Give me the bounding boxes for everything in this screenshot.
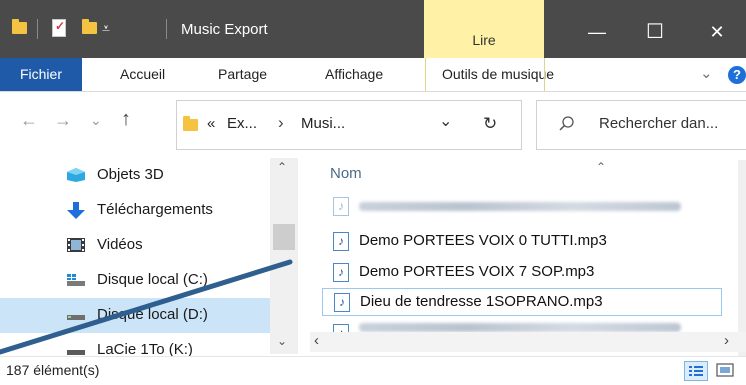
mp3-file-icon: ♪ bbox=[333, 263, 349, 282]
3d-objects-icon bbox=[66, 167, 86, 183]
navigation-pane: Objets 3D Téléchargements Vidéos Disque … bbox=[0, 158, 300, 358]
nav-item-label: Disque local (D:) bbox=[97, 306, 208, 323]
folder-icon[interactable] bbox=[12, 19, 27, 34]
window-title: Music Export bbox=[181, 21, 268, 38]
address-dropdown-icon[interactable]: ⌄ bbox=[439, 111, 452, 131]
file-name: Demo PORTEES VOIX 0 TUTTI.mp3 bbox=[359, 232, 607, 249]
scroll-up-icon[interactable]: ⌃ bbox=[277, 160, 287, 174]
breadcrumb-overflow[interactable]: « bbox=[207, 115, 215, 132]
file-row-selected[interactable]: ♪ Dieu de tendresse 1SOPRANO.mp3 bbox=[322, 288, 722, 316]
nav-scrollbar[interactable]: ⌃ ⌄ bbox=[270, 158, 298, 354]
column-header-name[interactable]: Nom bbox=[330, 165, 362, 182]
scroll-right-icon[interactable]: › bbox=[724, 332, 729, 349]
file-list-hscrollbar[interactable]: ‹ › bbox=[310, 332, 746, 352]
nav-item-label: Objets 3D bbox=[97, 166, 164, 183]
back-button[interactable]: ← bbox=[20, 110, 38, 131]
new-folder-icon[interactable] bbox=[82, 19, 97, 34]
nav-item-disque-c[interactable]: Disque local (C:) bbox=[0, 263, 270, 298]
file-row[interactable]: ♪ Demo PORTEES VOIX 7 SOP.mp3 bbox=[322, 259, 722, 285]
scroll-left-icon[interactable]: ‹ bbox=[314, 332, 319, 349]
tab-fichier-label: Fichier bbox=[19, 66, 62, 82]
downloads-icon bbox=[66, 202, 86, 219]
file-name: Demo PORTEES VOIX 7 SOP.mp3 bbox=[359, 263, 595, 280]
nav-item-telechargements[interactable]: Téléchargements bbox=[0, 193, 270, 228]
file-row[interactable]: ♪ bbox=[322, 193, 722, 219]
blurred-filename bbox=[359, 202, 681, 211]
mp3-file-icon: ♪ bbox=[334, 293, 350, 312]
properties-icon[interactable] bbox=[52, 19, 66, 37]
file-name: Dieu de tendresse 1SOPRANO.mp3 bbox=[360, 293, 603, 310]
videos-icon bbox=[66, 237, 86, 253]
details-view-icon[interactable] bbox=[684, 361, 708, 381]
tab-lire[interactable]: Lire bbox=[424, 0, 544, 58]
drive-d-icon bbox=[66, 307, 86, 323]
item-count: 187 élément(s) bbox=[6, 362, 100, 378]
close-button[interactable]: ✕ bbox=[688, 0, 746, 58]
file-row[interactable]: ♪ bbox=[322, 320, 722, 332]
address-bar[interactable]: « Ex... › Musi... ⌄ ↻ bbox=[176, 100, 522, 150]
file-list-vscrollbar[interactable] bbox=[738, 160, 746, 356]
minimize-button[interactable]: — bbox=[568, 0, 626, 58]
nav-scroll-thumb[interactable] bbox=[273, 224, 295, 250]
quick-access-dropdown-icon[interactable]: ⩡ bbox=[102, 20, 110, 37]
up-button[interactable]: ↑ bbox=[121, 108, 131, 131]
forward-button[interactable]: → bbox=[54, 110, 72, 131]
scroll-down-icon[interactable]: ⌄ bbox=[277, 334, 287, 348]
folder-icon bbox=[183, 116, 198, 131]
title-bar: ⩡ Music Export Lire — ☐ ✕ bbox=[0, 0, 746, 58]
large-icons-view-icon[interactable] bbox=[714, 361, 736, 379]
ribbon-tabs: Fichier Accueil Partage Affichage Outils… bbox=[0, 58, 746, 92]
breadcrumb-music[interactable]: Musi... bbox=[301, 115, 345, 132]
nav-item-label: Disque local (C:) bbox=[97, 271, 208, 288]
search-box[interactable]: Rechercher dan... bbox=[536, 100, 746, 150]
drive-c-icon bbox=[66, 272, 86, 288]
tab-fichier[interactable]: Fichier bbox=[0, 58, 82, 91]
status-bar bbox=[0, 356, 746, 385]
contextual-tab-border bbox=[425, 58, 545, 91]
breadcrumb-arrow-icon[interactable]: › bbox=[278, 113, 284, 133]
tab-accueil[interactable]: Accueil bbox=[120, 66, 165, 82]
mp3-file-icon: ♪ bbox=[333, 232, 349, 251]
mp3-file-icon: ♪ bbox=[333, 197, 349, 216]
help-icon[interactable]: ? bbox=[728, 66, 746, 84]
tab-lire-label: Lire bbox=[472, 32, 496, 48]
sort-ascending-icon: ⌃ bbox=[596, 160, 607, 174]
nav-item-objets-3d[interactable]: Objets 3D bbox=[0, 158, 270, 193]
mp3-file-icon: ♪ bbox=[333, 324, 349, 332]
nav-item-disque-d[interactable]: Disque local (D:) bbox=[0, 298, 270, 333]
breadcrumb-export[interactable]: Ex... bbox=[227, 115, 257, 132]
tab-affichage[interactable]: Affichage bbox=[325, 66, 383, 82]
maximize-button[interactable]: ☐ bbox=[626, 0, 684, 58]
nav-item-label: Vidéos bbox=[97, 236, 143, 253]
nav-item-label: Téléchargements bbox=[97, 201, 213, 218]
search-icon bbox=[559, 116, 574, 131]
recent-locations-button[interactable]: ⌄ bbox=[90, 112, 102, 129]
file-row[interactable]: ♪ Demo PORTEES VOIX 0 TUTTI.mp3 bbox=[322, 228, 722, 254]
search-input[interactable]: Rechercher dan... bbox=[599, 115, 718, 132]
tab-partage[interactable]: Partage bbox=[218, 66, 267, 82]
blurred-filename bbox=[359, 323, 681, 332]
nav-item-videos[interactable]: Vidéos bbox=[0, 228, 270, 263]
refresh-icon[interactable]: ↻ bbox=[483, 114, 497, 134]
chevron-down-icon[interactable]: ⌄ bbox=[700, 64, 713, 82]
